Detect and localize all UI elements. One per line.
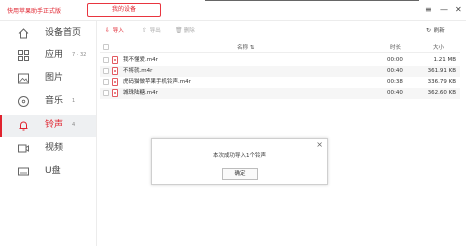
- sidebar-item-apps[interactable]: 应用 7 · 32: [0, 45, 96, 67]
- sidebar-item-ringtones[interactable]: 铃声 4: [0, 115, 96, 137]
- sidebar-item-music[interactable]: 音乐 1: [0, 91, 96, 113]
- file-size: 1.21 MB: [433, 57, 456, 63]
- minimize-icon[interactable]: —: [440, 5, 448, 14]
- dialog-message: 本次成功导入1个铃声: [213, 153, 266, 159]
- file-name: 不将就.m4r: [123, 68, 153, 74]
- row-checkbox[interactable]: [103, 57, 109, 63]
- delete-button[interactable]: 🗑 删除: [175, 25, 195, 37]
- video-icon: [18, 144, 29, 153]
- apps-count: 7 · 32: [72, 52, 87, 58]
- row-checkbox[interactable]: [103, 79, 109, 85]
- image-icon: [18, 73, 29, 84]
- file-duration: 00:00: [387, 57, 403, 63]
- file-duration: 00:40: [387, 90, 403, 96]
- import-button[interactable]: ⇩ 导入: [104, 25, 124, 37]
- sidebar-item-usb-drive[interactable]: U盘: [0, 161, 96, 183]
- refresh-label: 刷新: [433, 28, 445, 34]
- refresh-button[interactable]: ↻ 刷新: [425, 25, 445, 37]
- file-size: 362.60 KB: [427, 90, 456, 96]
- sidebar-item-label: 设备首页: [45, 28, 82, 38]
- menu-icon[interactable]: ≡: [425, 5, 432, 14]
- title-bar: 快用苹果助手正式版 我的设备 ≡ — ✕: [0, 0, 466, 20]
- ringtone-file-icon: [112, 89, 118, 97]
- sidebar-item-label: 视频: [45, 143, 64, 153]
- ringtone-file-icon: [112, 78, 118, 86]
- file-name: 虎码猫做苹果手机铃声.m4r: [123, 79, 191, 85]
- title-divider: [205, 0, 419, 1]
- dialog-close-icon[interactable]: ×: [316, 140, 323, 149]
- sidebar-item-label: U盘: [45, 166, 61, 176]
- file-duration: 00:40: [387, 68, 403, 74]
- music-icon: [18, 96, 29, 107]
- sidebar: 设备首页 应用 7 · 32 图片 音乐 1 铃声 4 视频 U盘: [0, 21, 97, 246]
- sidebar-item-label: 铃声: [45, 120, 64, 130]
- sidebar-item-label: 应用: [45, 50, 64, 60]
- table-row[interactable]: 不将就.m4r 00:40 361.91 KB: [100, 66, 460, 77]
- file-duration: 00:38: [387, 79, 403, 85]
- file-size: 336.79 KB: [427, 79, 456, 85]
- apps-icon: [18, 50, 29, 61]
- export-label: 导出: [149, 28, 161, 34]
- ok-button[interactable]: 确定: [222, 168, 258, 180]
- sidebar-item-label: 音乐: [45, 96, 64, 106]
- row-checkbox[interactable]: [103, 90, 109, 96]
- delete-label: 删除: [183, 28, 195, 34]
- tab-my-device[interactable]: 我的设备: [87, 3, 161, 17]
- ringtone-file-icon: [112, 67, 118, 75]
- usb-drive-icon: [18, 167, 29, 176]
- export-button[interactable]: ⇧ 导出: [141, 25, 161, 37]
- column-duration-header[interactable]: 时长: [390, 43, 401, 51]
- row-checkbox[interactable]: [103, 68, 109, 74]
- column-size-header[interactable]: 大小: [433, 43, 444, 51]
- home-icon: [18, 28, 29, 39]
- sidebar-item-videos[interactable]: 视频: [0, 138, 96, 160]
- bell-icon: [19, 121, 28, 131]
- export-icon: ⇧: [141, 27, 148, 34]
- sidebar-item-device-home[interactable]: 设备首页: [0, 23, 96, 45]
- select-all-checkbox[interactable]: [103, 44, 109, 50]
- file-size: 361.91 KB: [427, 68, 456, 74]
- refresh-icon: ↻: [425, 27, 432, 34]
- app-name: 快用苹果助手正式版: [7, 8, 62, 15]
- column-name-header[interactable]: 名称 ⇅: [237, 43, 254, 51]
- import-label: 导入: [112, 28, 124, 34]
- table-header: 名称 ⇅ 时长 大小: [100, 41, 460, 53]
- ringtone-file-icon: [112, 56, 118, 64]
- file-name: 城珠陆糖.m4r: [123, 90, 158, 96]
- trash-icon: 🗑: [175, 27, 183, 34]
- close-icon[interactable]: ✕: [455, 5, 462, 14]
- ringtones-count: 4: [72, 122, 76, 128]
- file-name: 我不懂爱.m4r: [123, 57, 158, 63]
- sidebar-item-images[interactable]: 图片: [0, 68, 96, 90]
- import-success-dialog: × 本次成功导入1个铃声 确定: [151, 138, 328, 185]
- music-count: 1: [72, 98, 76, 104]
- table-row[interactable]: 虎码猫做苹果手机铃声.m4r 00:38 336.79 KB: [100, 77, 460, 88]
- import-icon: ⇩: [104, 27, 111, 34]
- sidebar-item-label: 图片: [45, 73, 64, 83]
- table-row[interactable]: 我不懂爱.m4r 00:00 1.21 MB: [100, 55, 460, 66]
- table-row[interactable]: 城珠陆糖.m4r 00:40 362.60 KB: [100, 88, 460, 99]
